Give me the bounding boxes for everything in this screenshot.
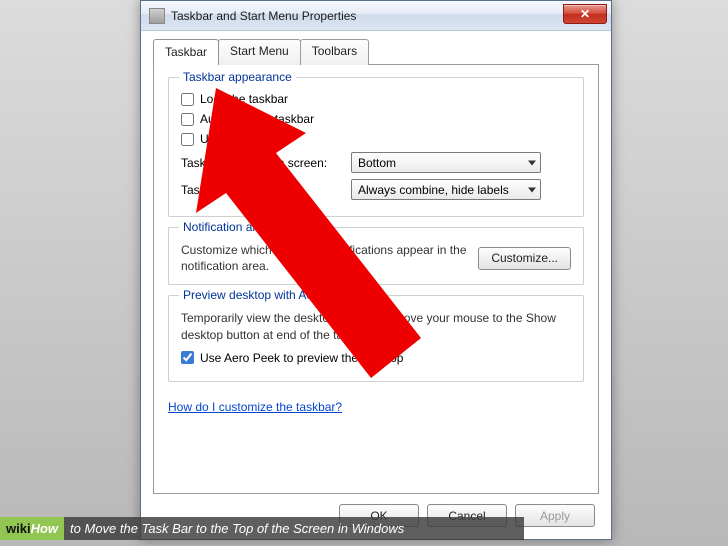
group-legend-notification: Notification area: [179, 220, 274, 234]
brand-wiki: wiki: [6, 521, 31, 536]
caption-strip: wikiHow to Move the Task Bar to the Top …: [0, 517, 524, 540]
group-notification-area: Notification area Customize which icons …: [168, 227, 584, 285]
row-taskbar-buttons: Taskbar buttons: Always combine, hide la…: [181, 179, 571, 200]
tab-panel-taskbar: Taskbar appearance Lock the taskbar Auto…: [153, 64, 599, 494]
row-small-icons: Use small icons: [181, 132, 571, 146]
brand-badge: wikiHow: [0, 517, 64, 540]
window-title: Taskbar and Start Menu Properties: [171, 9, 356, 23]
row-autohide: Auto-hide the taskbar: [181, 112, 571, 126]
help-link[interactable]: How do I customize the taskbar?: [168, 400, 342, 414]
row-lock-taskbar: Lock the taskbar: [181, 92, 571, 106]
tabstrip: Taskbar Start Menu Toolbars: [153, 39, 599, 65]
label-autohide: Auto-hide the taskbar: [200, 112, 314, 126]
checkbox-lock-taskbar[interactable]: [181, 93, 194, 106]
group-aero-peek: Preview desktop with Aero Peek Temporari…: [168, 295, 584, 381]
group-taskbar-appearance: Taskbar appearance Lock the taskbar Auto…: [168, 77, 584, 217]
brand-how: How: [31, 521, 58, 536]
checkbox-aero-peek[interactable]: [181, 351, 194, 364]
combo-taskbar-buttons[interactable]: Always combine, hide labels: [351, 179, 541, 200]
tab-start-menu[interactable]: Start Menu: [218, 39, 301, 65]
label-taskbar-location: Taskbar location on screen:: [181, 156, 351, 170]
notification-description: Customize which icons and notifications …: [181, 242, 470, 274]
combo-taskbar-location[interactable]: Bottom: [351, 152, 541, 173]
properties-dialog: Taskbar and Start Menu Properties ✕ Task…: [140, 0, 612, 540]
apply-button[interactable]: Apply: [515, 504, 595, 527]
label-taskbar-buttons: Taskbar buttons:: [181, 183, 351, 197]
caption-text: to Move the Task Bar to the Top of the S…: [64, 517, 524, 540]
client-area: Taskbar Start Menu Toolbars Taskbar appe…: [141, 31, 611, 539]
group-legend-appearance: Taskbar appearance: [179, 70, 296, 84]
chevron-down-icon: [528, 187, 536, 192]
close-button[interactable]: ✕: [563, 4, 607, 24]
customize-button[interactable]: Customize...: [478, 247, 571, 270]
chevron-down-icon: [528, 160, 536, 165]
tab-taskbar[interactable]: Taskbar: [153, 39, 219, 65]
combo-taskbar-buttons-value: Always combine, hide labels: [358, 183, 509, 197]
combo-taskbar-location-value: Bottom: [358, 156, 396, 170]
row-taskbar-location: Taskbar location on screen: Bottom: [181, 152, 571, 173]
label-lock-taskbar: Lock the taskbar: [200, 92, 288, 106]
titlebar[interactable]: Taskbar and Start Menu Properties ✕: [141, 1, 611, 31]
label-aero-peek: Use Aero Peek to preview the desktop: [200, 351, 403, 365]
checkbox-autohide[interactable]: [181, 113, 194, 126]
aero-description: Temporarily view the desktop when you mo…: [181, 310, 571, 342]
group-legend-aero: Preview desktop with Aero Peek: [179, 288, 358, 302]
label-small-icons: Use small icons: [200, 132, 284, 146]
tab-toolbars[interactable]: Toolbars: [300, 39, 369, 65]
row-aero-peek: Use Aero Peek to preview the desktop: [181, 351, 571, 365]
checkbox-small-icons[interactable]: [181, 133, 194, 146]
app-icon: [149, 8, 165, 24]
